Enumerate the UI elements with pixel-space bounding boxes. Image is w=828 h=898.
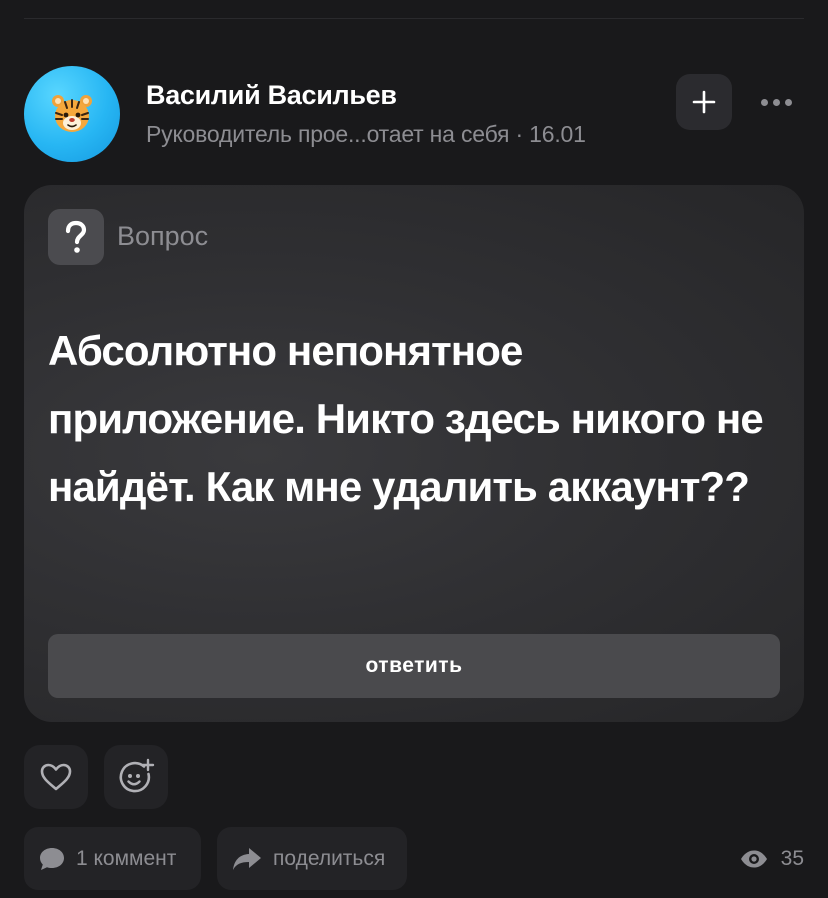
feed-post: Василий Васильев Руководитель прое...ота… bbox=[0, 0, 828, 898]
author-avatar[interactable] bbox=[24, 66, 120, 162]
views-counter: 35 bbox=[739, 846, 804, 872]
question-card: Вопрос Абсолютно непонятное приложение. … bbox=[24, 185, 804, 722]
share-button[interactable]: поделиться bbox=[217, 827, 407, 890]
heart-icon bbox=[40, 763, 72, 791]
comments-button[interactable]: 1 коммент bbox=[24, 827, 201, 890]
emoji-add-icon bbox=[119, 758, 155, 793]
question-label: Вопрос bbox=[117, 221, 209, 251]
question-text: Абсолютно непонятное приложение. Никто з… bbox=[48, 327, 764, 510]
views-count: 35 bbox=[780, 847, 804, 870]
eye-icon bbox=[740, 850, 767, 868]
question-mark-icon bbox=[48, 209, 104, 265]
more-options-button[interactable] bbox=[752, 86, 800, 118]
plus-icon bbox=[692, 90, 716, 114]
answer-button[interactable]: ответить bbox=[48, 634, 780, 698]
author-meta: Руководитель прое...отает на себя · 16.0… bbox=[146, 121, 586, 147]
tiger-face-icon bbox=[52, 95, 92, 132]
share-label: поделиться bbox=[273, 846, 386, 870]
comments-label: 1 коммент bbox=[76, 846, 177, 870]
share-arrow-icon bbox=[233, 847, 261, 870]
like-button[interactable] bbox=[24, 745, 88, 809]
author-name[interactable]: Василий Васильев bbox=[146, 80, 397, 111]
add-reaction-button[interactable] bbox=[104, 745, 168, 809]
follow-button[interactable] bbox=[676, 74, 732, 130]
comment-bubble-icon bbox=[40, 847, 64, 870]
ellipsis-icon bbox=[760, 98, 768, 106]
top-divider bbox=[24, 18, 804, 19]
